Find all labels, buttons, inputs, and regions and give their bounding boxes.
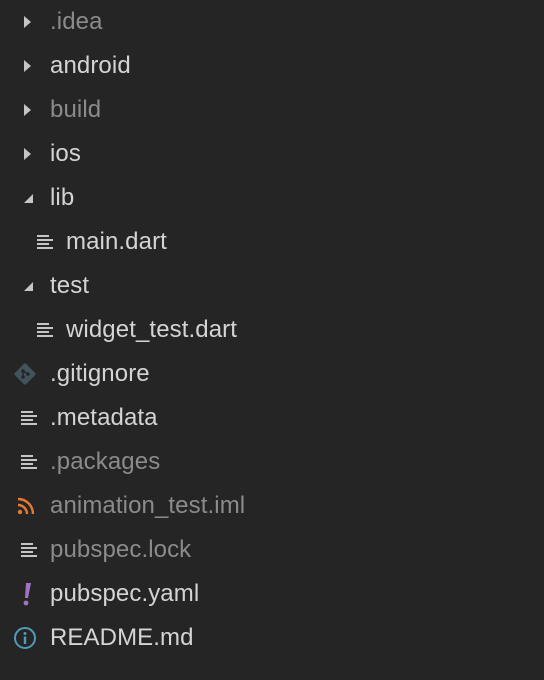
file-explorer-tree: .idea android build ios lib main.dart te…	[0, 0, 544, 680]
tree-item-label: main.dart	[66, 228, 167, 255]
tree-item-idea-folder[interactable]: .idea	[0, 0, 544, 44]
tree-item-packages-file[interactable]: .packages	[0, 440, 544, 484]
tree-item-label: lib	[50, 184, 75, 211]
file-lines-icon	[20, 454, 40, 470]
tree-item-ios-folder[interactable]: ios	[0, 132, 544, 176]
tree-item-main-dart-file[interactable]: main.dart	[0, 220, 544, 264]
chevron-right-icon[interactable]	[23, 59, 33, 73]
tree-item-label: .gitignore	[50, 360, 150, 387]
tree-item-animation-test-iml-file[interactable]: animation_test.iml	[0, 484, 544, 528]
file-lines-icon	[36, 322, 56, 338]
rss-icon	[16, 496, 36, 516]
tree-item-widget-test-dart-file[interactable]: widget_test.dart	[0, 308, 544, 352]
chevron-down-icon[interactable]	[21, 279, 35, 293]
tree-item-lib-folder[interactable]: lib	[0, 176, 544, 220]
file-lines-icon	[20, 410, 40, 426]
tree-item-label: .packages	[50, 448, 161, 475]
file-lines-icon	[20, 542, 40, 558]
git-icon	[13, 362, 37, 386]
chevron-right-icon[interactable]	[23, 103, 33, 117]
tree-item-label: .metadata	[50, 404, 158, 431]
tree-item-label: animation_test.iml	[50, 492, 246, 519]
tree-item-label: README.md	[50, 624, 194, 651]
chevron-down-icon[interactable]	[21, 191, 35, 205]
tree-item-label: pubspec.lock	[50, 536, 192, 563]
tree-item-gitignore-file[interactable]: .gitignore	[0, 352, 544, 396]
tree-item-test-folder[interactable]: test	[0, 264, 544, 308]
tree-item-pubspec-yaml-file[interactable]: pubspec.yaml	[0, 572, 544, 616]
tree-item-label: test	[50, 272, 90, 299]
tree-item-build-folder[interactable]: build	[0, 88, 544, 132]
chevron-right-icon[interactable]	[23, 147, 33, 161]
exclamation-icon	[21, 581, 33, 607]
tree-item-readme-md-file[interactable]: README.md	[0, 616, 544, 660]
tree-item-label: widget_test.dart	[66, 316, 238, 343]
tree-item-label: pubspec.yaml	[50, 580, 200, 607]
tree-item-label: build	[50, 96, 102, 123]
chevron-right-icon[interactable]	[23, 15, 33, 29]
file-lines-icon	[36, 234, 56, 250]
tree-item-android-folder[interactable]: android	[0, 44, 544, 88]
info-icon	[13, 626, 37, 650]
tree-item-label: .idea	[50, 8, 103, 35]
tree-item-label: ios	[50, 140, 81, 167]
tree-item-pubspec-lock-file[interactable]: pubspec.lock	[0, 528, 544, 572]
tree-item-label: android	[50, 52, 131, 79]
tree-item-metadata-file[interactable]: .metadata	[0, 396, 544, 440]
